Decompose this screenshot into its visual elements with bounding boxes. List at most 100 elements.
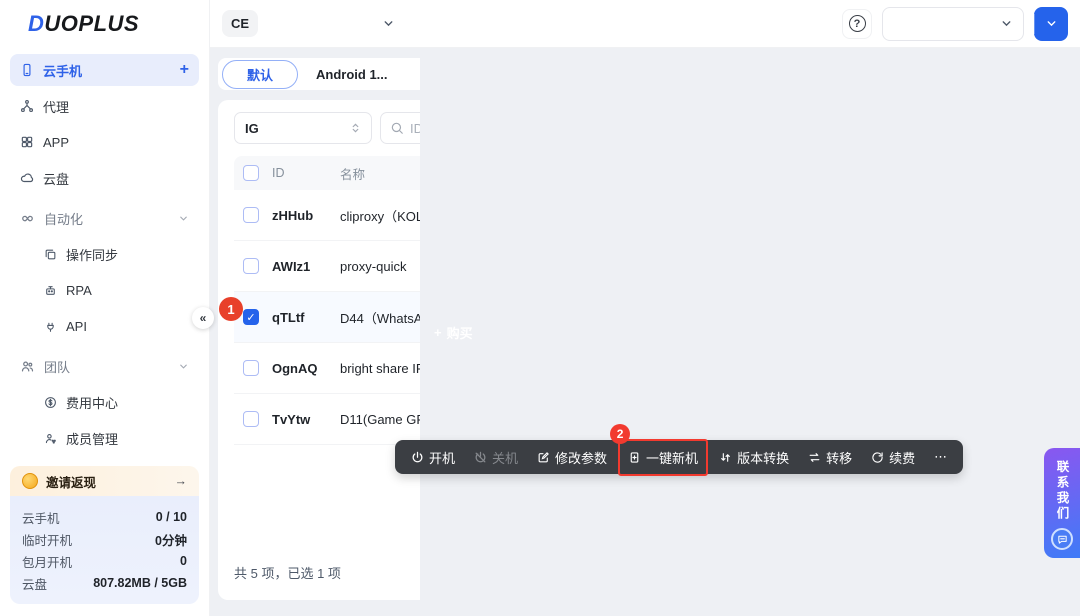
- column-header-id: ID: [272, 166, 285, 180]
- bulk-renew[interactable]: 续费: [871, 448, 915, 467]
- power-icon: [412, 451, 423, 462]
- sidebar-item-label: 代理: [43, 99, 70, 115]
- power-off-icon: [475, 451, 486, 462]
- topbar: CE ? + 购买: [210, 0, 1080, 616]
- question-mark-icon: ?: [848, 15, 866, 32]
- bulk-transfer[interactable]: 转移: [808, 448, 852, 467]
- edit-icon: [538, 451, 549, 462]
- workspace-badge[interactable]: CE: [222, 10, 259, 37]
- stat-row-temp-boot: 临时开机 0分钟: [22, 528, 187, 550]
- team-icon: [20, 359, 35, 374]
- transfer-icon: [809, 452, 820, 462]
- sidebar-collapse-button[interactable]: «: [192, 307, 214, 329]
- sidebar-item-label: APP: [43, 134, 70, 150]
- row-checkbox-checked[interactable]: ✓: [243, 309, 259, 325]
- select-all-checkbox[interactable]: [243, 165, 259, 181]
- chat-bubble-icon[interactable]: [1051, 528, 1073, 550]
- clone-icon: [44, 248, 57, 261]
- sidebar-item-app[interactable]: APP: [10, 126, 199, 158]
- infinity-icon: [20, 211, 35, 226]
- sidebar-item-label: 费用中心: [66, 395, 119, 411]
- bulk-version-convert[interactable]: 版本转换: [719, 448, 789, 467]
- version-convert-icon: [721, 452, 730, 462]
- stat-value: 0 / 10: [155, 510, 187, 524]
- app-root: D UOPLUS 云手机 + 代理 APP 云盘 自动化 操作同步 RPA AP…: [0, 0, 1080, 616]
- sidebar-item-rpa[interactable]: RPA: [10, 274, 199, 306]
- sidebar-group-team[interactable]: 团队: [10, 350, 199, 382]
- cloud-phone-icon: [20, 63, 34, 77]
- buy-dropdown-button[interactable]: [1035, 7, 1068, 41]
- sidebar-group-label: 团队: [44, 359, 71, 375]
- row-checkbox[interactable]: [243, 258, 259, 274]
- sidebar-item-operation-log[interactable]: 操作日志: [10, 458, 199, 460]
- sidebar-item-cloud-disk[interactable]: 云盘: [10, 162, 199, 194]
- coin-icon: [22, 473, 38, 489]
- dollar-circle-icon: [44, 396, 57, 409]
- cell-id: qTLtf: [272, 309, 305, 325]
- add-cloud-phone-button[interactable]: +: [180, 61, 189, 79]
- plug-icon: [44, 320, 57, 333]
- contact-us-widget[interactable]: 联系我们: [1044, 448, 1080, 558]
- brand-logo: D UOPLUS: [0, 0, 209, 48]
- bulk-one-key-new-machine[interactable]: 2 一键新机: [610, 423, 709, 476]
- bulk-edit-params[interactable]: 修改参数: [537, 448, 607, 467]
- sidebar-item-proxy[interactable]: 代理: [10, 90, 199, 122]
- chevron-down-icon: [178, 361, 189, 372]
- sidebar-item-billing-center[interactable]: 费用中心: [10, 386, 199, 418]
- invite-cashback-banner[interactable]: 邀请返现 →: [10, 466, 199, 496]
- sidebar: D UOPLUS 云手机 + 代理 APP 云盘 自动化 操作同步 RPA AP…: [0, 0, 210, 616]
- annotation-step-2: 2: [610, 423, 631, 444]
- annotation-step-1: 1: [219, 297, 243, 321]
- topbar-right-group: ? + 购买: [420, 6, 1080, 616]
- cell-id: OgnAQ: [272, 360, 318, 376]
- group-filter-select[interactable]: IG: [234, 112, 372, 144]
- cell-id: TvYtw: [272, 411, 311, 427]
- stat-value: 0: [180, 554, 187, 568]
- account-select[interactable]: [882, 6, 1024, 41]
- bulk-action-toolbar: 开机 关机 修改参数 2 一键新机 版本转换 转移 续费 ⋯: [395, 423, 964, 476]
- row-checkbox[interactable]: [243, 411, 259, 427]
- chevron-down-icon: [1002, 21, 1011, 27]
- sidebar-item-api[interactable]: API: [10, 310, 199, 342]
- help-button[interactable]: ?: [842, 8, 872, 39]
- brand-logo-first: D: [28, 11, 45, 36]
- arrow-right-icon: →: [174, 474, 188, 488]
- stat-row-cloud-phone: 云手机 0 / 10: [22, 506, 187, 528]
- sidebar-item-label: RPA: [66, 282, 92, 298]
- cell-id: AWIz1: [272, 258, 311, 274]
- sidebar-item-label: 云手机: [43, 63, 83, 79]
- sidebar-item-label: API: [66, 318, 87, 334]
- workspace-chevron-down-icon[interactable]: [382, 17, 395, 30]
- invite-cashback-label: 邀请返现: [46, 475, 97, 490]
- sidebar-item-cloud-phone[interactable]: 云手机 +: [10, 54, 199, 86]
- stat-label: 包月开机: [22, 555, 73, 570]
- tab-default[interactable]: 默认: [222, 59, 299, 89]
- stat-value: 0分钟: [155, 533, 187, 548]
- app-grid-icon: [20, 135, 34, 149]
- buy-split-button: + 购买: [420, 6, 1080, 616]
- sidebar-item-label: 成员管理: [66, 431, 119, 447]
- quota-stats-panel: 云手机 0 / 10 临时开机 0分钟 包月开机 0 云盘 807.82MB /…: [10, 496, 199, 604]
- member-icon: [44, 432, 57, 445]
- stat-row-cloud-disk: 云盘 807.82MB / 5GB: [22, 572, 187, 594]
- bulk-more-button[interactable]: ⋯: [934, 449, 947, 465]
- selection-summary: 共 5 项，已选 1 项: [234, 565, 341, 581]
- stat-label: 云手机: [22, 511, 60, 526]
- chevron-down-icon: [1047, 21, 1056, 27]
- contact-us-label: 联系我们: [1054, 460, 1069, 522]
- robot-icon: [44, 284, 57, 297]
- new-machine-icon: [630, 451, 639, 463]
- sidebar-group-automation[interactable]: 自动化: [10, 202, 199, 234]
- stat-value: 807.82MB / 5GB: [93, 576, 187, 590]
- cloud-icon: [20, 171, 34, 185]
- cell-id: zHHub: [272, 207, 314, 223]
- row-checkbox[interactable]: [243, 207, 259, 223]
- renew-icon: [872, 451, 883, 463]
- proxy-icon: [20, 99, 34, 113]
- sidebar-item-operation-sync[interactable]: 操作同步: [10, 238, 199, 270]
- stat-label: 云盘: [22, 577, 48, 592]
- sidebar-item-member-management[interactable]: 成员管理: [10, 422, 199, 454]
- tab-android-1[interactable]: Android 1...: [298, 62, 406, 87]
- bulk-power-on[interactable]: 开机: [411, 448, 455, 467]
- row-checkbox[interactable]: [243, 360, 259, 376]
